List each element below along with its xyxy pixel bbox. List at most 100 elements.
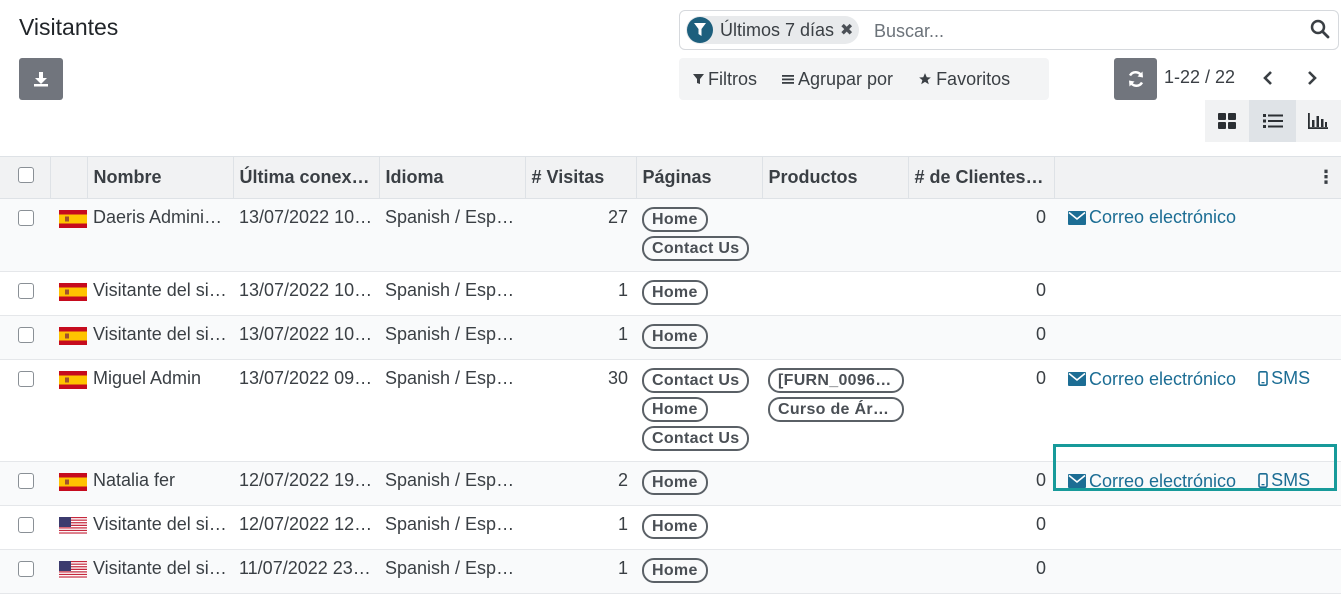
language: Spanish / Español: [379, 461, 525, 506]
language: Spanish / Español: [379, 505, 525, 550]
visitor-name: Visitante del sitio web: [87, 505, 233, 550]
sms-action-label: SMS: [1271, 470, 1311, 490]
table-row[interactable]: Visitante del sitio web13/07/2022 10:30:…: [0, 271, 1341, 316]
table-row[interactable]: Visitante del sitio web13/07/2022 10:12:…: [0, 315, 1341, 360]
visitor-name: Visitante del sitio web: [87, 271, 233, 316]
chevron-right-icon[interactable]: [1302, 68, 1322, 88]
favorites-label: Favoritos: [936, 68, 1011, 89]
country-flag-cell: [50, 505, 87, 550]
last-connection: 13/07/2022 10:12:44: [233, 315, 379, 360]
column-header-visits[interactable]: # Visitas: [525, 156, 637, 199]
actions-cell: Correo electrónico SMS: [1054, 359, 1341, 462]
envelope-icon: [1068, 474, 1086, 488]
email-action-button[interactable]: Correo electrónico: [1068, 471, 1236, 492]
row-checkbox[interactable]: [18, 210, 34, 226]
lead-count: 0: [908, 505, 1054, 550]
actions-cell: [1054, 549, 1341, 594]
kanban-icon: [1218, 113, 1236, 129]
country-flag-icon: [59, 561, 87, 584]
language: Spanish / Español: [379, 271, 525, 316]
page-tag: Home: [642, 558, 708, 583]
actions-cell: [1054, 505, 1341, 550]
page-tag: Home: [642, 280, 708, 305]
visit-count: 27: [525, 198, 636, 272]
row-checkbox[interactable]: [18, 473, 34, 489]
visitor-name: Miguel Admin: [87, 359, 233, 462]
download-button[interactable]: [19, 58, 63, 100]
country-flag-icon: [59, 517, 87, 540]
table-row[interactable]: Visitante del sitio web12/07/2022 12:05:…: [0, 505, 1341, 550]
list-lines-icon: [782, 75, 794, 84]
row-select-cell: [0, 505, 50, 550]
row-select-cell: [0, 198, 50, 272]
filters-button[interactable]: Filtros: [693, 69, 757, 90]
group-by-label: Agrupar por: [798, 68, 894, 89]
kanban-view-button[interactable]: [1205, 100, 1249, 142]
products-cell: [762, 198, 908, 272]
flag-header: [50, 156, 88, 199]
row-select-cell: [0, 549, 50, 594]
email-action-button[interactable]: Correo electrónico: [1068, 369, 1236, 390]
row-checkbox[interactable]: [18, 371, 34, 387]
facet-remove-icon[interactable]: ✖: [840, 20, 853, 40]
list-view-button[interactable]: [1249, 100, 1296, 142]
visitor-name: Daeris Administrator: [87, 198, 233, 272]
product-tag: Curso de Árbol: [768, 397, 904, 422]
select-all-cell: [0, 156, 51, 199]
lead-count: 0: [908, 461, 1054, 506]
language: Spanish / Español: [379, 315, 525, 360]
search-icon[interactable]: [1310, 19, 1330, 39]
column-header-language[interactable]: Idioma: [379, 156, 526, 199]
pager-value[interactable]: 1-22 / 22: [1164, 67, 1235, 88]
sms-action-button[interactable]: SMS: [1258, 470, 1310, 491]
column-header-name[interactable]: Nombre: [87, 156, 234, 199]
envelope-icon: [1068, 372, 1086, 386]
column-header-leads[interactable]: # de Clientes potenciales: [908, 156, 1055, 199]
column-header-last-connection[interactable]: Última conexión: [233, 156, 380, 199]
favorites-button[interactable]: Favoritos: [918, 69, 1010, 90]
column-header-pages[interactable]: Páginas: [636, 156, 763, 199]
product-tag: [FURN_0096] Escritorio: [768, 368, 904, 393]
language: Spanish / Español: [379, 198, 525, 272]
row-checkbox[interactable]: [18, 283, 34, 299]
table-row[interactable]: Visitante del sitio web11/07/2022 23:40:…: [0, 549, 1341, 594]
filters-label: Filtros: [708, 68, 757, 89]
column-header-products[interactable]: Productos: [762, 156, 909, 199]
products-cell: [762, 549, 908, 594]
kebab-menu-icon[interactable]: ⋮: [1317, 167, 1335, 187]
row-checkbox[interactable]: [18, 517, 34, 533]
email-action-label: Correo electrónico: [1089, 207, 1237, 227]
lead-count: 0: [908, 315, 1054, 360]
email-action-button[interactable]: Correo electrónico: [1068, 207, 1236, 228]
refresh-icon: [1128, 71, 1143, 87]
row-checkbox[interactable]: [18, 561, 34, 577]
search-input[interactable]: [872, 17, 1292, 45]
pages-cell: Home: [636, 505, 762, 550]
pages-cell: Contact Us Home Contact Us: [636, 359, 762, 462]
search-facet: Últimos 7 días ✖: [686, 16, 860, 44]
sms-action-button[interactable]: SMS: [1258, 368, 1310, 389]
lead-count: 0: [908, 549, 1054, 594]
bar-chart-icon: [1308, 113, 1328, 129]
row-checkbox[interactable]: [18, 327, 34, 343]
pages-cell: Home Contact Us: [636, 198, 762, 272]
filter-icon: [693, 74, 704, 84]
row-select-cell: [0, 315, 50, 360]
star-icon: [919, 73, 931, 85]
table-row[interactable]: Miguel Admin13/07/2022 09:58:20Spanish /…: [0, 359, 1341, 462]
last-connection: 13/07/2022 09:58:20: [233, 359, 379, 462]
group-by-button[interactable]: Agrupar por: [782, 69, 893, 90]
graph-view-button[interactable]: [1296, 100, 1340, 142]
page-tag: Home: [642, 324, 708, 349]
table-row[interactable]: Daeris Administrator13/07/2022 10:45:12S…: [0, 198, 1341, 272]
country-flag-icon: [59, 473, 87, 496]
chevron-left-icon[interactable]: [1258, 68, 1278, 88]
refresh-button[interactable]: [1114, 58, 1157, 100]
visitor-name: Visitante del sitio web: [87, 315, 233, 360]
table-row[interactable]: Natalia fer12/07/2022 19:21:07Spanish / …: [0, 461, 1341, 506]
visit-count: 1: [525, 505, 636, 550]
language: Spanish / Español: [379, 549, 525, 594]
table-header: Nombre Última conexión Idioma # Visitas …: [0, 156, 1341, 199]
select-all-checkbox[interactable]: [18, 167, 34, 183]
page-tag: Contact Us: [642, 368, 750, 393]
